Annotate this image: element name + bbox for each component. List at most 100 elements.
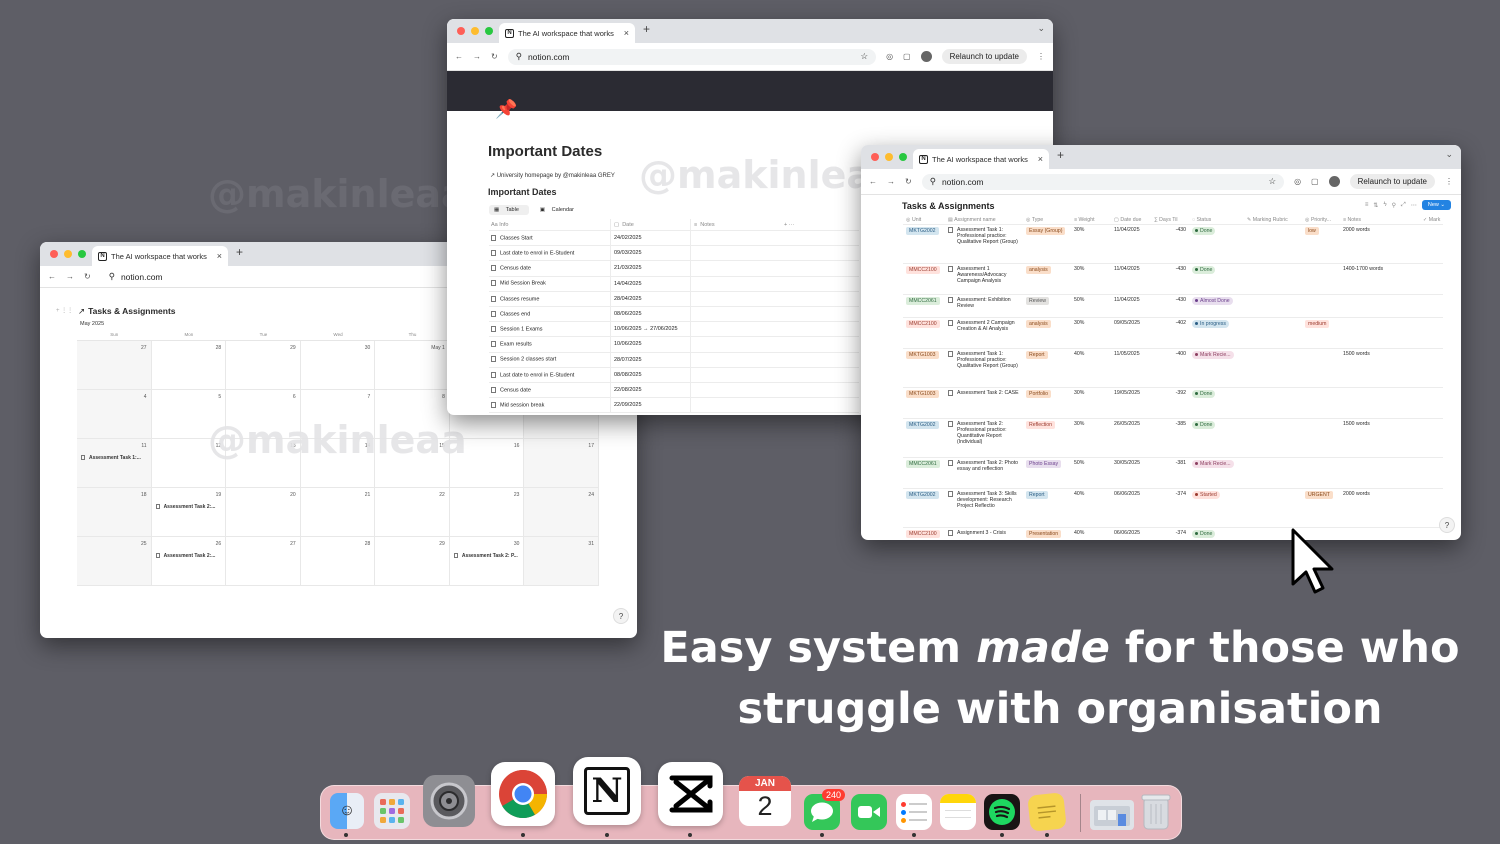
lightning-icon[interactable]: ϟ [1383, 202, 1386, 208]
puzzle-icon[interactable]: ▢ [903, 52, 911, 61]
table-row[interactable]: MMCC2100 Assessment 1 Awareness/Advocacy … [903, 264, 1443, 295]
calendar-day-cell[interactable]: 26 Assessment Task 2:... [151, 537, 227, 586]
launchpad-icon[interactable] [374, 793, 410, 829]
table-row[interactable]: Classes resume 28/04/2025 [489, 291, 859, 307]
system-settings-icon[interactable] [423, 775, 475, 827]
calendar-event[interactable]: Assessment Task 2:... [155, 553, 222, 559]
calendar-day-cell[interactable]: 22 [375, 488, 450, 537]
back-icon[interactable]: ← [48, 272, 56, 281]
calendar-day-cell[interactable]: 24 [524, 488, 599, 537]
help-button[interactable]: ? [613, 608, 629, 624]
browser-tab[interactable]: N The AI workspace that works × [499, 23, 635, 43]
calendar-app-icon[interactable]: JAN 2 [739, 776, 791, 826]
calendar-day-cell[interactable]: 25 [77, 537, 152, 586]
column-header[interactable]: ◌ Status [1189, 217, 1244, 223]
forward-icon[interactable]: → [473, 52, 481, 61]
calendar-day-cell[interactable]: 28 [151, 341, 227, 390]
calendar-event[interactable]: Assessment Task 2:... [155, 504, 222, 510]
notes-icon[interactable] [940, 794, 976, 830]
add-column-button[interactable]: + ··· [780, 222, 794, 228]
table-row[interactable]: Session 1 Exams 10/06/2025 → 27/06/2025 [489, 322, 859, 338]
trash-icon[interactable] [1140, 793, 1172, 831]
calendar-day-cell[interactable]: 27 [226, 537, 301, 586]
menu-icon[interactable]: ⋮ [1445, 177, 1453, 186]
new-button[interactable]: New ⌄ [1421, 200, 1451, 210]
facetime-icon[interactable] [851, 794, 887, 830]
table-row[interactable]: MMCC2061 Assessment Task 2: Photo essay a… [903, 458, 1443, 489]
column-header[interactable]: ◎ Unit [903, 217, 945, 223]
table-row[interactable]: MKTG1003 Assessment Task 1: Professional … [903, 349, 1443, 388]
search-icon[interactable]: ⚲ [1392, 202, 1396, 209]
profile-avatar[interactable] [1328, 176, 1340, 187]
reload-icon[interactable]: ↻ [84, 272, 91, 281]
calendar-day-cell[interactable]: 21 [300, 488, 376, 537]
chrome-icon[interactable] [491, 762, 555, 826]
table-row[interactable]: MMCC2100 Assessment 2 Campaign Creation &… [903, 318, 1443, 349]
relaunch-button[interactable]: Relaunch to update [1349, 174, 1435, 189]
window-controls[interactable] [457, 27, 493, 35]
window-controls[interactable] [871, 153, 907, 161]
downloads-folder-icon[interactable] [1090, 800, 1134, 830]
table-row[interactable]: MMCC2061 Assessment: Exhibition Review Rev… [903, 295, 1443, 318]
back-icon[interactable]: ← [455, 52, 463, 61]
column-header[interactable]: ▤ Assignment name [945, 217, 1023, 223]
table-row[interactable]: Census date 21/03/2025 [489, 261, 859, 277]
column-header[interactable]: ◎ Priority... [1302, 217, 1340, 223]
column-header[interactable]: ≡ Notes [1340, 217, 1420, 223]
new-tab-button[interactable]: + [1057, 148, 1064, 162]
column-header[interactable]: ▢ Date due [1111, 217, 1151, 223]
menu-icon[interactable]: ⋮ [1037, 52, 1045, 61]
reload-icon[interactable]: ↻ [905, 177, 912, 186]
browser-tab[interactable]: N The AI workspace that works × [913, 149, 1049, 169]
spotify-icon[interactable] [984, 794, 1020, 830]
table-row[interactable]: Mid session break 22/09/2025 [489, 398, 859, 414]
browser-tab[interactable]: N The AI workspace that works × [92, 246, 228, 266]
help-button[interactable]: ? [1439, 517, 1455, 533]
table-row[interactable]: Census date 22/08/2025 [489, 382, 859, 399]
table-row[interactable]: MMCC2100 Assignment 3 - Crisis Presentatio… [903, 528, 1443, 540]
calendar-day-cell[interactable]: 18 [77, 488, 152, 537]
column-header[interactable]: ≡ Weight [1071, 217, 1111, 223]
calendar-day-cell[interactable]: 20 [226, 488, 301, 537]
filter-icon[interactable]: ≡ [1365, 202, 1369, 208]
back-icon[interactable]: ← [869, 177, 877, 186]
extension-icon[interactable]: ◎ [886, 52, 893, 61]
column-header[interactable]: ✓ Mark [1420, 217, 1443, 223]
more-icon[interactable]: ⋯ [1411, 202, 1417, 209]
calendar-event[interactable]: Assessment Task 2: P... [453, 553, 520, 559]
calendar-day-cell[interactable]: May 1 [375, 341, 450, 390]
profile-avatar[interactable] [920, 51, 932, 62]
tab-search-icon[interactable]: ⌄ [1445, 149, 1453, 160]
tab-search-icon[interactable]: ⌄ [1037, 23, 1045, 34]
table-row[interactable]: Classes end 08/06/2025 [489, 306, 859, 323]
finder-icon[interactable]: ☺ [330, 793, 364, 829]
calendar-day-cell[interactable]: 31 [524, 537, 599, 586]
url-field[interactable]: ⚲ notion.com ☆ [921, 173, 1285, 190]
new-tab-button[interactable]: + [236, 245, 243, 259]
reload-icon[interactable]: ↻ [491, 52, 498, 61]
expand-icon[interactable]: ⤢ [1401, 202, 1406, 209]
calendar-day-cell[interactable]: 11 Assessment Task 1:... [77, 439, 152, 488]
puzzle-icon[interactable]: ▢ [1311, 177, 1319, 186]
table-row[interactable]: Last date to enrol in E-Student 08/08/202… [489, 367, 859, 383]
column-header[interactable]: ✎ Marking Rubric [1244, 217, 1302, 223]
calendar-day-cell[interactable]: 28 [300, 537, 376, 586]
notion-icon[interactable]: N [573, 757, 641, 825]
page-title[interactable]: ↗ Tasks & Assignments [78, 306, 176, 317]
bookmark-star-icon[interactable]: ☆ [860, 51, 868, 62]
new-tab-button[interactable]: + [643, 22, 650, 36]
window-controls[interactable] [50, 250, 86, 258]
url-field[interactable]: ⚲ notion.com ☆ [507, 48, 877, 65]
table-row[interactable]: MKTG2002 Assessment Task 3: Skills develo… [903, 489, 1443, 528]
calendar-day-cell[interactable]: 27 [77, 341, 152, 390]
table-row[interactable]: Last date to enrol in E-Student 09/03/202… [489, 246, 859, 262]
table-row[interactable]: Classes Start 24/02/2025 [489, 231, 859, 247]
close-tab-icon[interactable]: × [624, 28, 629, 38]
calendar-day-cell[interactable]: 23 [449, 488, 525, 537]
table-row[interactable]: Exam results 10/06/2025 [489, 337, 859, 353]
calendar-day-cell[interactable]: 19 Assessment Task 2:... [151, 488, 227, 537]
reminders-icon[interactable] [896, 794, 932, 830]
table-row[interactable]: Session 2 classes start 28/07/2025 [489, 352, 859, 368]
table-row[interactable]: MKTG2002 Assessment Task 1: Professional … [903, 225, 1443, 264]
relaunch-button[interactable]: Relaunch to update [941, 49, 1027, 64]
